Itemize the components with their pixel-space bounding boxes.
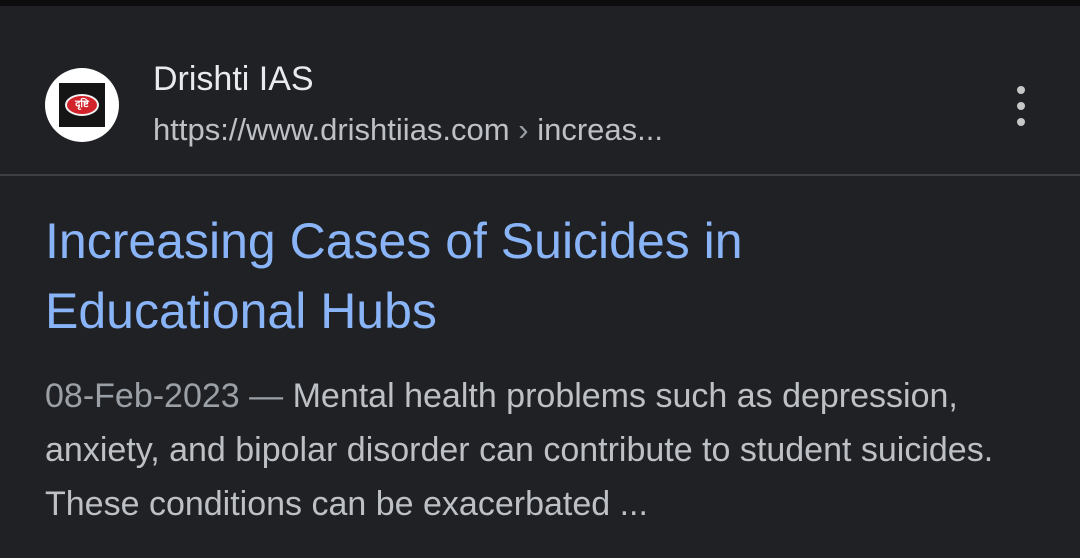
drishti-logo-icon[interactable]: दृष्टि xyxy=(45,68,119,142)
result-snippet: 08-Feb-2023 — Mental health problems suc… xyxy=(45,369,1055,531)
result-title-link[interactable]: Increasing Cases of Suicides in Education… xyxy=(45,206,1045,346)
site-name[interactable]: Drishti IAS xyxy=(153,60,314,99)
search-result-card: दृष्टि Drishti IAS https://www.drishtiia… xyxy=(0,6,1080,558)
site-url-host: https://www.drishtiias.com xyxy=(153,112,510,147)
site-url[interactable]: https://www.drishtiias.com › increas... xyxy=(153,112,663,148)
more-dot-1 xyxy=(1017,86,1025,94)
breadcrumb-separator: › xyxy=(518,112,529,147)
more-dot-2 xyxy=(1017,102,1025,110)
result-title-line-2: Educational Hubs xyxy=(45,283,437,339)
favicon-mark: दृष्टि xyxy=(65,94,99,116)
favicon-background: दृष्टि xyxy=(59,83,105,127)
divider xyxy=(0,174,1080,176)
more-dot-3 xyxy=(1017,118,1025,126)
result-source-row[interactable]: दृष्टि Drishti IAS https://www.drishtiia… xyxy=(0,6,1080,174)
site-url-path: increas... xyxy=(537,112,663,147)
result-date: 08-Feb-2023 xyxy=(45,377,240,415)
more-vert-icon[interactable] xyxy=(1003,86,1039,126)
search-results-page: दृष्टि Drishti IAS https://www.drishtiia… xyxy=(0,0,1080,558)
result-title-line-1: Increasing Cases of Suicides in xyxy=(45,213,743,269)
date-separator: — xyxy=(249,377,284,415)
